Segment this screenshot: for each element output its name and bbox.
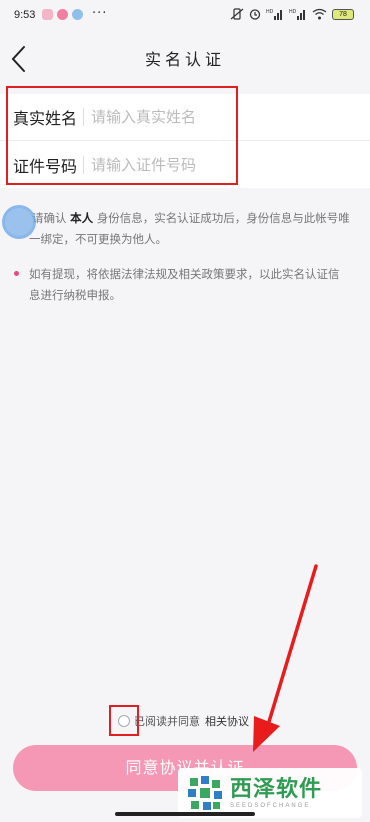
notice-emphasis: 本人 bbox=[70, 211, 94, 225]
id-number-row: 证件号码 bbox=[0, 141, 370, 188]
wifi-icon bbox=[312, 8, 327, 20]
notification-app-icon bbox=[57, 9, 68, 20]
more-notifications-icon: ··· bbox=[92, 6, 108, 21]
status-time: 9:53 bbox=[14, 9, 36, 21]
id-number-label: 证件号码 bbox=[13, 156, 78, 176]
real-name-input[interactable] bbox=[91, 108, 311, 126]
real-name-row: 真实姓名 bbox=[0, 94, 370, 141]
notice-text: 息进行纳税申报。 bbox=[29, 288, 121, 302]
status-system-icons: HD HD 78 bbox=[230, 8, 354, 20]
notice-text: 身份信息，实名认证成功后，身份信息与此帐号唯 bbox=[96, 211, 350, 225]
status-notification-icons bbox=[42, 9, 83, 20]
nav-bar: 实名认证 bbox=[0, 34, 370, 84]
real-name-label: 真实姓名 bbox=[13, 109, 78, 128]
identity-form: 真实姓名 证件号码 bbox=[0, 94, 370, 188]
notification-app-icon bbox=[42, 9, 53, 20]
id-number-input[interactable] bbox=[91, 155, 311, 174]
field-divider bbox=[83, 108, 84, 126]
watermark-text: 西泽软件 SEEDSOFCHANGE bbox=[230, 777, 322, 809]
notice-identity: 请确认 本人 身份信息，实名认证成功后，身份信息与此帐号唯 一绑定，不可更换为他… bbox=[14, 208, 354, 250]
svg-text:HD: HD bbox=[289, 9, 297, 15]
status-bar: 9:53 ··· HD HD 78 bbox=[0, 0, 370, 34]
notification-app-icon bbox=[72, 9, 83, 20]
notice-text: 请确认 bbox=[32, 211, 67, 225]
battery-icon: 78 bbox=[332, 8, 354, 20]
watermark-logo-icon bbox=[188, 776, 222, 810]
notice-tax: 如有提现，将依据法律法规及相关政策要求，以此实名认证信 息进行纳税申报。 bbox=[14, 264, 354, 306]
field-divider bbox=[83, 155, 84, 174]
agreement-checkbox[interactable] bbox=[118, 715, 130, 727]
agreement-text: 已阅读并同意 bbox=[134, 715, 200, 728]
touch-indicator bbox=[2, 205, 36, 239]
vibrate-icon bbox=[230, 8, 244, 20]
watermark-title: 西泽软件 bbox=[230, 777, 323, 802]
agreement-row: 已阅读并同意 相关协议 bbox=[118, 713, 249, 729]
svg-text:HD: HD bbox=[266, 9, 274, 15]
agreement-link[interactable]: 相关协议 bbox=[205, 713, 249, 729]
bullet-icon bbox=[14, 271, 19, 276]
watermark: 西泽软件 SEEDSOFCHANGE bbox=[178, 768, 362, 818]
signal-icon: HD bbox=[289, 9, 305, 20]
notice-text: 如有提现，将依据法律法规及相关政策要求，以此实名认证信 bbox=[29, 267, 340, 281]
page-title: 实名认证 bbox=[144, 50, 225, 69]
signal-icon: HD bbox=[266, 9, 282, 20]
notice-text: 一绑定，不可更换为他人。 bbox=[29, 232, 167, 246]
watermark-subtitle: SEEDSOFCHANGE bbox=[230, 803, 311, 809]
home-indicator[interactable] bbox=[115, 812, 255, 816]
alarm-icon bbox=[249, 9, 261, 20]
